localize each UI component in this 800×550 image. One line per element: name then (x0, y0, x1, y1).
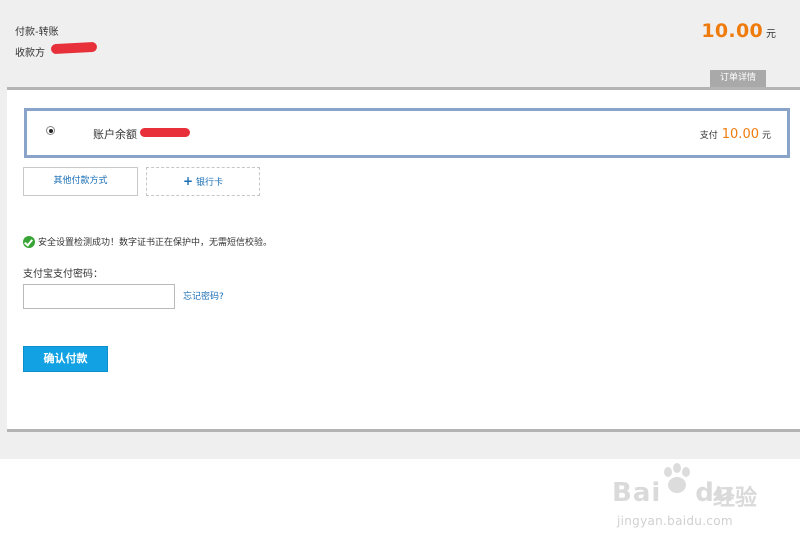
password-input[interactable] (23, 284, 175, 309)
security-message: 安全设置检测成功！数字证书正在保护中，无需短信校验。 (38, 238, 273, 248)
payee-label: 收款方 (15, 48, 45, 59)
other-payment-methods-button[interactable]: 其他付款方式 (23, 167, 138, 196)
redacted-balance (140, 128, 190, 137)
pay-amount: 10.00 (721, 127, 759, 142)
pay-amount-info: 支付 10.00 元 (700, 123, 771, 142)
bank-card-label: 银行卡 (196, 178, 224, 188)
payment-type-title: 付款-转账 (15, 27, 59, 38)
password-label: 支付宝支付密码： (23, 269, 103, 280)
security-status: 安全设置检测成功！数字证书正在保护中，无需短信校验。 (23, 231, 272, 250)
order-details-tab[interactable]: 订单详情 (710, 70, 766, 87)
success-check-icon (23, 235, 35, 248)
plus-icon: + (182, 174, 194, 188)
amount-unit: 元 (766, 29, 776, 40)
balance-option[interactable]: 账户余额 支付 10.00 元 (24, 108, 790, 158)
payment-panel: 账户余额 支付 10.00 元 其他付款方式 + 银行卡 安全设置检测成功！数字证书正… (7, 87, 800, 432)
balance-label: 账户余额 (93, 128, 137, 141)
pay-label: 支付 (699, 131, 718, 141)
confirm-payment-button[interactable]: 确认付款 (23, 346, 108, 372)
total-amount: 10.00 元 (701, 20, 776, 42)
add-bank-card-button[interactable]: + 银行卡 (146, 167, 260, 196)
amount-value: 10.00 (701, 20, 763, 42)
watermark-cn: 经验 (713, 486, 758, 511)
forgot-password-link[interactable]: 忘记密码? (183, 289, 224, 302)
watermark-url: jingyan.baidu.com (617, 514, 733, 528)
radio-selected-icon[interactable] (46, 126, 55, 135)
pay-unit: 元 (761, 131, 771, 141)
